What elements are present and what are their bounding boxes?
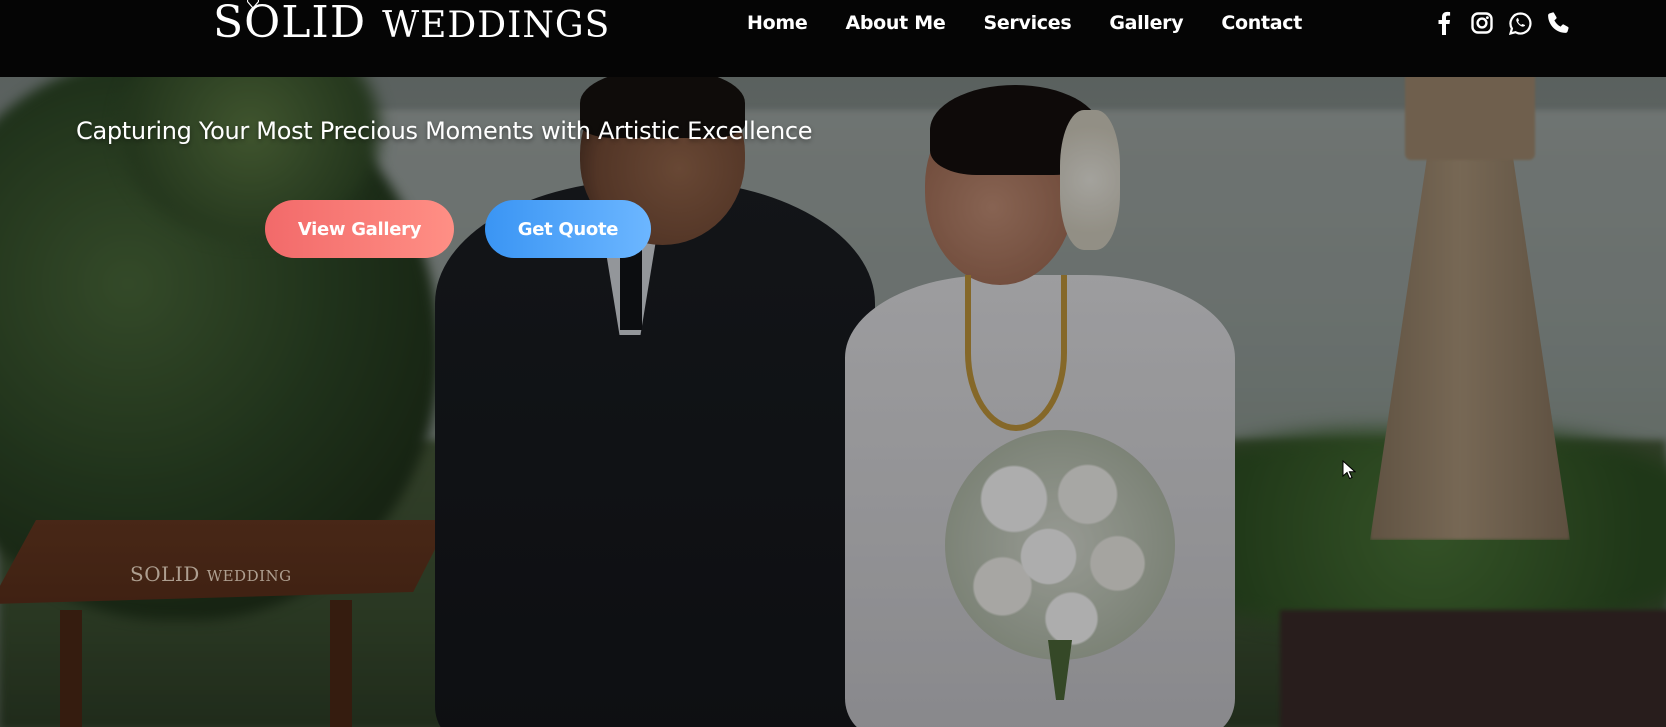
whatsapp-icon[interactable] [1508, 10, 1532, 36]
get-quote-button[interactable]: Get Quote [485, 200, 651, 258]
phone-icon[interactable] [1546, 10, 1570, 36]
nav-link-contact[interactable]: Contact [1221, 12, 1302, 34]
logo-secondary: WEDDINGS [382, 5, 611, 46]
photo-watermark: SOLID WEDDING [130, 562, 292, 586]
watermark-primary: SOLID [130, 562, 200, 586]
facebook-icon[interactable] [1432, 10, 1456, 36]
instagram-icon[interactable] [1470, 10, 1494, 36]
nav-link-gallery[interactable]: Gallery [1109, 12, 1183, 34]
site-logo[interactable]: SOLID WEDDINGS [213, 0, 610, 46]
hero-dark-overlay [0, 0, 1666, 727]
nav-link-home[interactable]: Home [747, 12, 808, 34]
main-nav: Home About Me Services Gallery Contact [747, 12, 1302, 34]
watermark-secondary: WEDDING [206, 567, 292, 585]
navbar: SOLID WEDDINGS Home About Me Services Ga… [0, 0, 1666, 77]
hero-tagline: Capturing Your Most Precious Moments wit… [76, 117, 813, 145]
logo-primary: SOLID [213, 0, 367, 48]
view-gallery-button[interactable]: View Gallery [265, 200, 454, 258]
nav-link-about-me[interactable]: About Me [845, 12, 945, 34]
diamond-ring-icon [247, 0, 259, 8]
mouse-cursor-icon [1342, 460, 1356, 480]
social-links [1432, 10, 1570, 36]
nav-link-services[interactable]: Services [983, 12, 1071, 34]
